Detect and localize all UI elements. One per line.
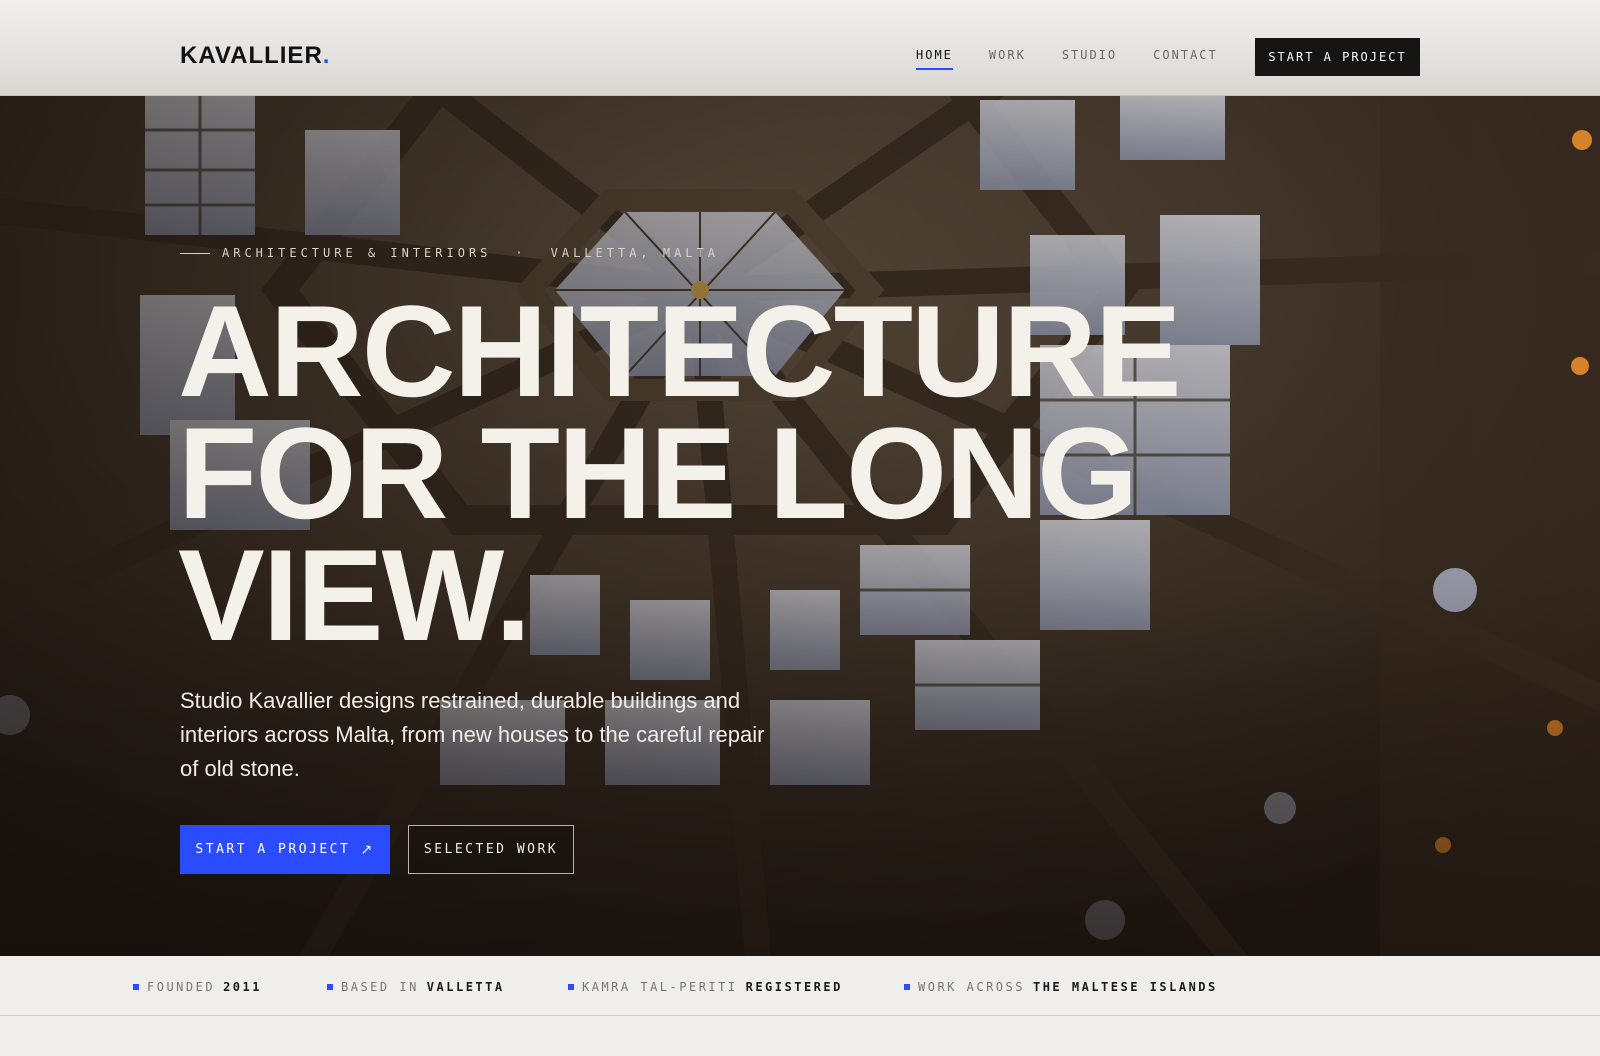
bullet-square-icon [327, 984, 333, 990]
stat-registration: KAMRA TAL-PERITI REGISTERED [568, 980, 843, 994]
headline-line-2: FOR THE LONG [178, 400, 1138, 546]
stat-value: REGISTERED [745, 980, 843, 994]
nav-item-work[interactable]: WORK [989, 48, 1026, 70]
bullet-square-icon [904, 984, 910, 990]
hero-lede: Studio Kavallier designs restrained, dur… [180, 688, 765, 781]
stats-strip: FOUNDED 2011 BASED IN VALLETTA KAMRA TAL… [0, 956, 1600, 1016]
hero-headline: ARCHITECTURE FOR THE LONG VIEW. [178, 278, 1182, 668]
header-start-project-button[interactable]: START A PROJECT [1255, 38, 1420, 76]
stat-value: VALLETTA [426, 980, 505, 994]
brand-logo[interactable]: KAVALLIER. [180, 42, 330, 70]
eyebrow-separator: · [515, 246, 527, 260]
nav-item-contact[interactable]: CONTACT [1153, 48, 1218, 70]
brand-name: KAVALLIER [180, 42, 323, 69]
nav-item-home[interactable]: HOME [916, 48, 953, 70]
eyebrow-location: VALLETTA, MALTA [550, 246, 719, 260]
page-continuation [0, 1017, 1600, 1056]
arrow-up-right-icon: ↗ [360, 841, 375, 858]
hero-start-project-button[interactable]: START A PROJECT ↗ [180, 825, 390, 874]
hero-start-project-label: START A PROJECT [195, 842, 351, 857]
stat-work-across: WORK ACROSS THE MALTESE ISLANDS [904, 980, 1218, 994]
stat-founded: FOUNDED 2011 [133, 980, 262, 994]
headline-line-1: ARCHITECTURE [178, 278, 1182, 424]
stat-based-in: BASED IN VALLETTA [327, 980, 505, 994]
stat-key: WORK ACROSS [918, 980, 1025, 994]
bullet-square-icon [133, 984, 139, 990]
headline-line-3: VIEW. [178, 522, 531, 668]
stat-value: 2011 [223, 980, 262, 994]
stat-key: BASED IN [341, 980, 419, 994]
stat-value: THE MALTESE ISLANDS [1032, 980, 1218, 994]
selected-work-button[interactable]: SELECTED WORK [408, 825, 574, 874]
stat-key: FOUNDED [147, 980, 216, 994]
hero-eyebrow: ARCHITECTURE & INTERIORS · VALLETTA, MAL… [180, 246, 719, 260]
main-nav: HOME WORK STUDIO CONTACT [916, 48, 1254, 70]
site-header: KAVALLIER. HOME WORK STUDIO CONTACT STAR… [0, 0, 1600, 96]
stat-key: KAMRA TAL-PERITI [582, 980, 738, 994]
bullet-square-icon [568, 984, 574, 990]
brand-dot: . [322, 42, 331, 69]
nav-item-studio[interactable]: STUDIO [1062, 48, 1117, 70]
eyebrow-discipline: ARCHITECTURE & INTERIORS [222, 246, 492, 260]
eyebrow-rule [180, 252, 210, 254]
